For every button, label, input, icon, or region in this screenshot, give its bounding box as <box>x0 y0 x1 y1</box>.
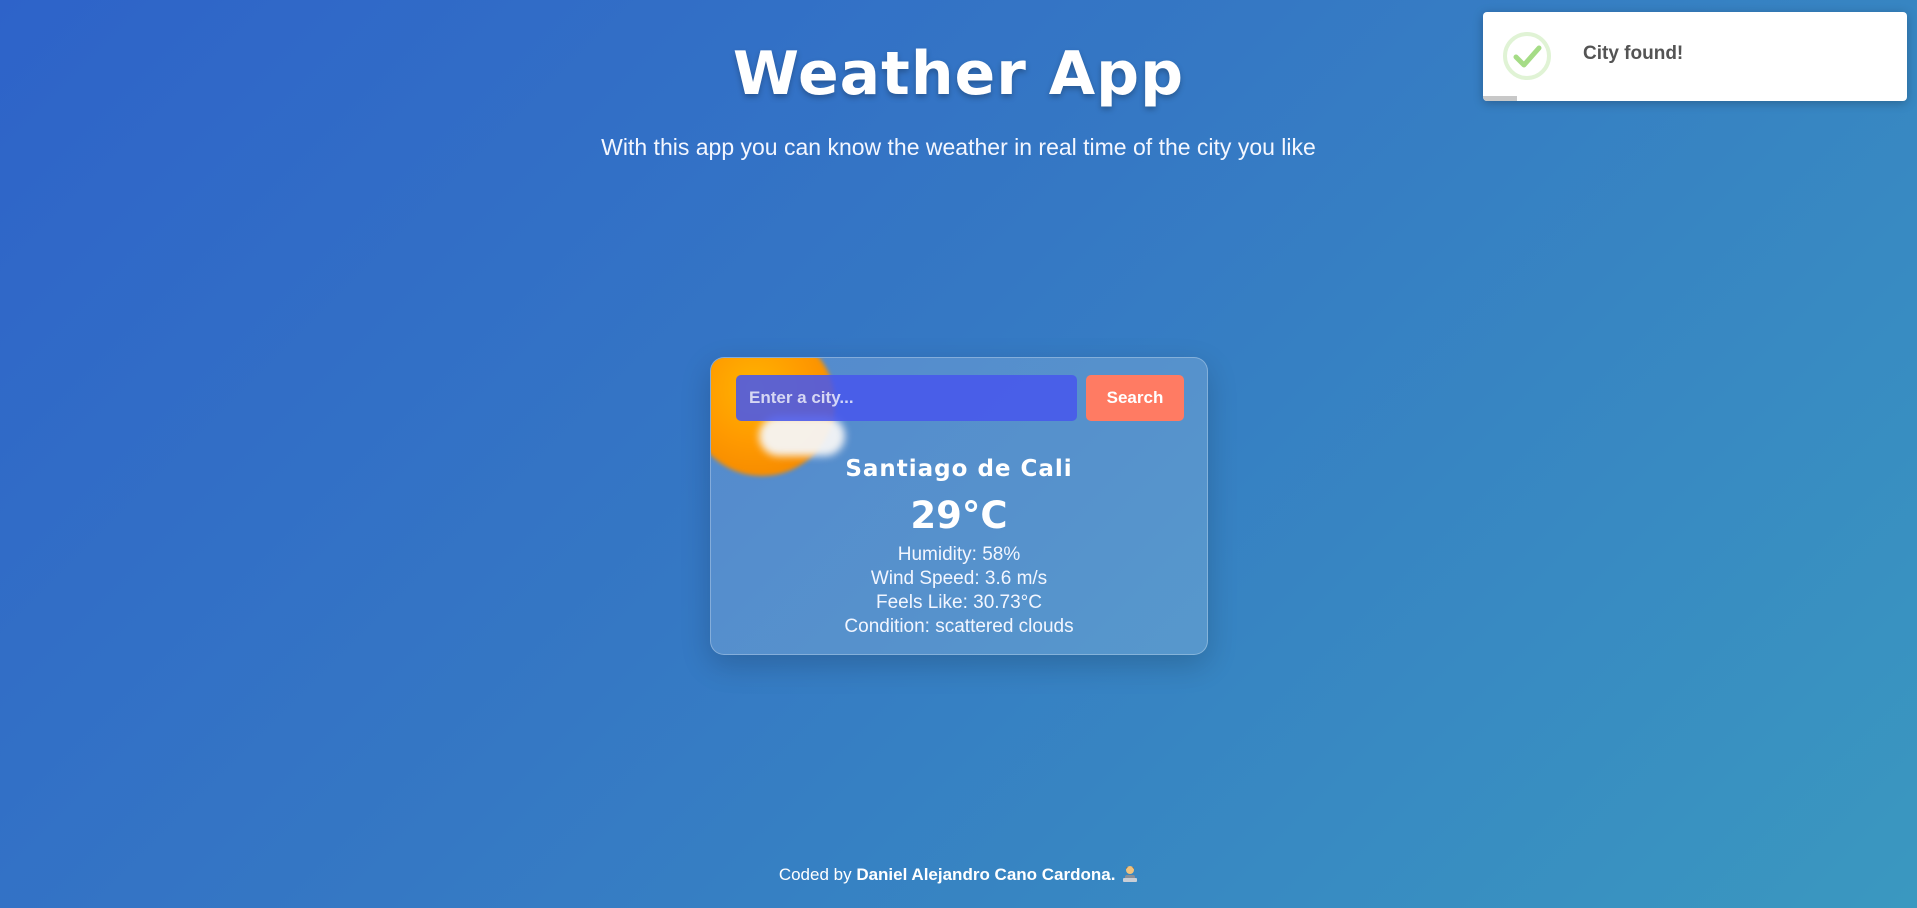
wind-speed-text: Wind Speed: 3.6 m/s <box>870 568 1048 589</box>
condition-text: Condition: scattered clouds <box>844 616 1074 637</box>
feels-like-text: Feels Like: 30.73°C <box>875 592 1043 613</box>
footer: Coded by Daniel Alejandro Cano Cardona. <box>0 864 1917 886</box>
success-check-icon <box>1503 32 1551 80</box>
weather-card: Search Santiago de Cali 29°C Humidity: 5… <box>710 357 1208 655</box>
city-name: Santiago de Cali <box>845 456 1073 482</box>
technologist-emoji-icon <box>1122 865 1138 883</box>
toast-timer-progress <box>1483 96 1517 101</box>
toast-message: City found! <box>1583 43 1684 64</box>
search-button[interactable]: Search <box>1086 375 1184 421</box>
footer-author: Daniel Alejandro Cano Cardona. <box>856 865 1116 884</box>
success-toast[interactable]: City found! <box>1483 12 1907 101</box>
app-subtitle: With this app you can know the weather i… <box>601 134 1316 160</box>
cloud-icon <box>759 416 845 456</box>
temperature: 29°C <box>910 494 1008 537</box>
humidity-text: Humidity: 58% <box>897 544 1021 565</box>
weather-details: Humidity: 58% Wind Speed: 3.6 m/s Feels … <box>711 543 1207 639</box>
footer-prefix: Coded by <box>778 865 857 884</box>
city-search-input[interactable] <box>736 375 1077 421</box>
